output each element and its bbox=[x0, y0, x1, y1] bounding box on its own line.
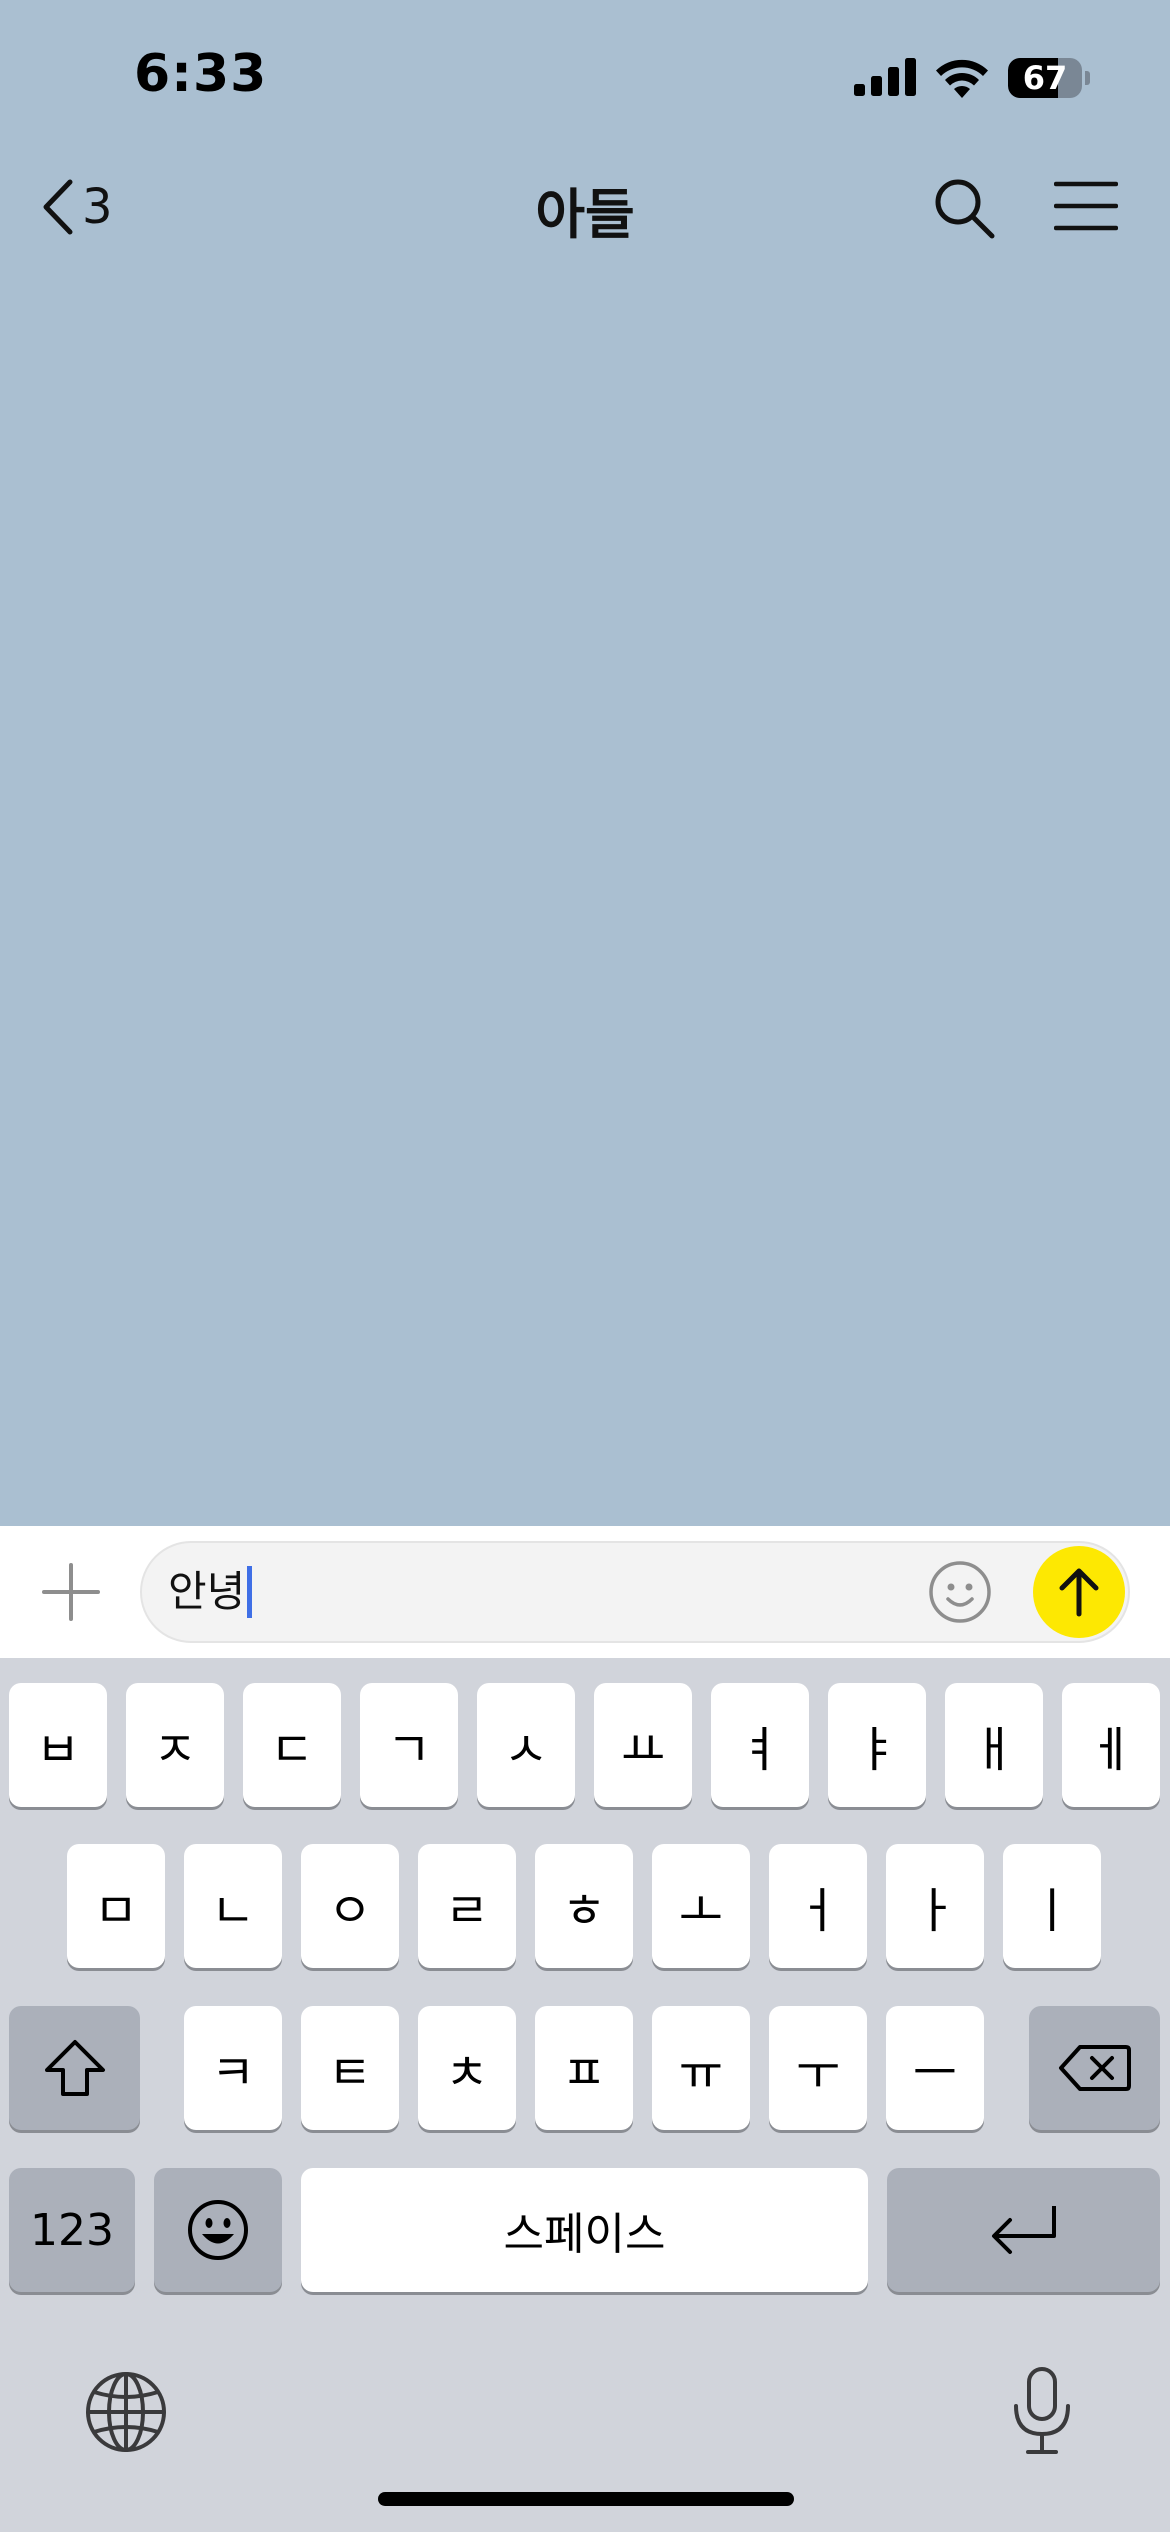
key-u[interactable]: ㅜ bbox=[769, 2006, 867, 2130]
key-i[interactable]: ㅣ bbox=[1003, 1844, 1101, 1968]
key-pieup[interactable]: ㅍ bbox=[535, 2006, 633, 2130]
key-o[interactable]: ㅗ bbox=[652, 1844, 750, 1968]
key-ieung[interactable]: ㅇ bbox=[301, 1844, 399, 1968]
key-giyeok[interactable]: ㄱ bbox=[360, 1683, 458, 1807]
key-siot[interactable]: ㅅ bbox=[477, 1683, 575, 1807]
key-a[interactable]: ㅏ bbox=[886, 1844, 984, 1968]
space-key[interactable]: 스페이스 bbox=[301, 2168, 868, 2292]
return-icon bbox=[991, 2206, 1056, 2254]
cellular-signal-icon bbox=[854, 58, 916, 96]
key-eo[interactable]: ㅓ bbox=[769, 1844, 867, 1968]
key-jieut[interactable]: ㅈ bbox=[126, 1683, 224, 1807]
status-time: 6:33 bbox=[134, 44, 268, 104]
key-tieut[interactable]: ㅌ bbox=[301, 2006, 399, 2130]
key-ya[interactable]: ㅑ bbox=[828, 1683, 926, 1807]
globe-icon[interactable] bbox=[84, 2370, 168, 2454]
key-hieut[interactable]: ㅎ bbox=[535, 1844, 633, 1968]
key-bieup[interactable]: ㅂ bbox=[9, 1683, 107, 1807]
emoji-icon bbox=[188, 2200, 248, 2260]
key-ae[interactable]: ㅐ bbox=[945, 1683, 1043, 1807]
search-icon[interactable] bbox=[932, 176, 996, 240]
battery-icon: 67 bbox=[1008, 58, 1090, 98]
message-input-value: 안녕 bbox=[168, 1567, 246, 1616]
key-digeut[interactable]: ㄷ bbox=[243, 1683, 341, 1807]
message-input-text[interactable]: 안녕 bbox=[168, 1560, 253, 1624]
wifi-icon bbox=[936, 59, 988, 98]
return-key[interactable] bbox=[887, 2168, 1160, 2292]
key-nieun[interactable]: ㄴ bbox=[184, 1844, 282, 1968]
battery-level: 67 bbox=[1022, 59, 1068, 97]
text-caret bbox=[247, 1566, 253, 1618]
key-chieut[interactable]: ㅊ bbox=[418, 2006, 516, 2130]
arrow-up-icon bbox=[1059, 1568, 1099, 1617]
key-e[interactable]: ㅔ bbox=[1062, 1683, 1160, 1807]
backspace-key[interactable] bbox=[1029, 2006, 1160, 2130]
home-indicator bbox=[378, 2492, 794, 2506]
menu-icon[interactable] bbox=[1054, 180, 1118, 232]
key-rieul[interactable]: ㄹ bbox=[418, 1844, 516, 1968]
key-yeo[interactable]: ㅕ bbox=[711, 1683, 809, 1807]
numbers-key[interactable]: 123 bbox=[9, 2168, 135, 2292]
key-yo[interactable]: ㅛ bbox=[594, 1683, 692, 1807]
send-button[interactable] bbox=[1033, 1546, 1125, 1638]
key-eu[interactable]: ㅡ bbox=[886, 2006, 984, 2130]
emoji-key[interactable] bbox=[154, 2168, 282, 2292]
key-yu[interactable]: ㅠ bbox=[652, 2006, 750, 2130]
microphone-icon[interactable] bbox=[1010, 2366, 1074, 2456]
shift-icon bbox=[44, 2040, 105, 2096]
backspace-icon bbox=[1058, 2045, 1131, 2091]
smiley-icon[interactable] bbox=[928, 1560, 992, 1624]
chat-area bbox=[0, 270, 1170, 1526]
korean-keyboard: ㅂ ㅈ ㄷ ㄱ ㅅ ㅛ ㅕ ㅑ ㅐ ㅔ ㅁ ㄴ ㅇ ㄹ ㅎ ㅗ ㅓ ㅏ ㅣ ㅋ … bbox=[0, 1658, 1170, 2532]
shift-key[interactable] bbox=[9, 2006, 140, 2130]
key-mieum[interactable]: ㅁ bbox=[67, 1844, 165, 1968]
key-kieuk[interactable]: ㅋ bbox=[184, 2006, 282, 2130]
plus-icon[interactable] bbox=[42, 1563, 100, 1621]
